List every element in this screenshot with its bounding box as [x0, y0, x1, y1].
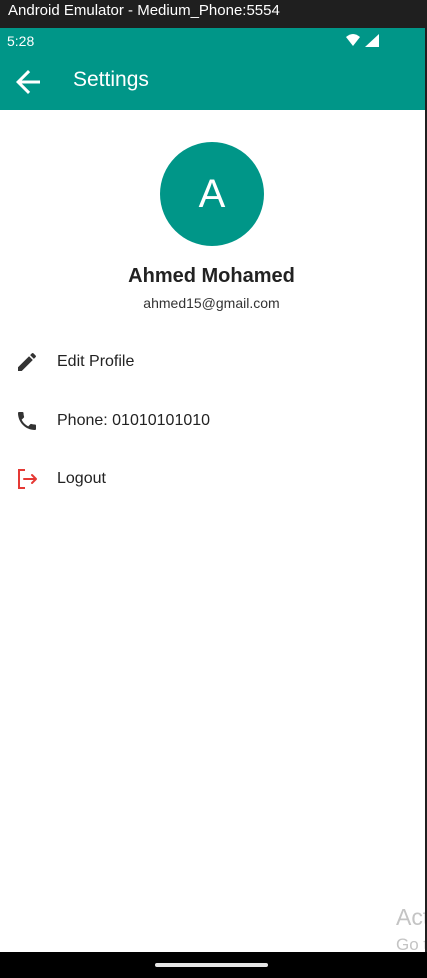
watermark-line-1: Act — [396, 904, 427, 930]
status-icons — [346, 34, 379, 47]
menu-item-edit-profile[interactable]: Edit Profile — [0, 333, 427, 391]
phone-icon — [18, 412, 36, 430]
status-time: 5:28 — [7, 33, 35, 49]
navigation-bar — [0, 952, 427, 978]
profile-email: ahmed15@gmail.com — [143, 295, 280, 311]
emulator-window-title: Android Emulator - Medium_Phone:5554 — [0, 0, 427, 28]
app-bar: Settings — [0, 54, 427, 110]
menu-item-label: Edit Profile — [57, 353, 135, 370]
arrow-back-icon — [16, 70, 40, 94]
home-gesture-handle[interactable] — [155, 963, 268, 967]
menu-item-label: Logout — [57, 470, 106, 487]
page-title: Settings — [73, 68, 149, 91]
status-bar: 5:28 — [0, 28, 427, 54]
logout-icon — [18, 469, 37, 489]
profile-name: Ahmed Mohamed — [128, 265, 295, 287]
wifi-icon — [346, 34, 360, 46]
avatar: A — [160, 142, 264, 246]
menu-item-phone[interactable]: Phone: 01010101010 — [0, 392, 427, 450]
edit-pencil-icon — [18, 352, 37, 371]
signal-icon — [365, 34, 379, 47]
back-button[interactable] — [10, 64, 46, 100]
activation-watermark: Act Go t — [394, 902, 427, 954]
menu-item-label: Phone: 01010101010 — [57, 412, 211, 429]
menu-item-logout[interactable]: Logout — [0, 450, 427, 508]
